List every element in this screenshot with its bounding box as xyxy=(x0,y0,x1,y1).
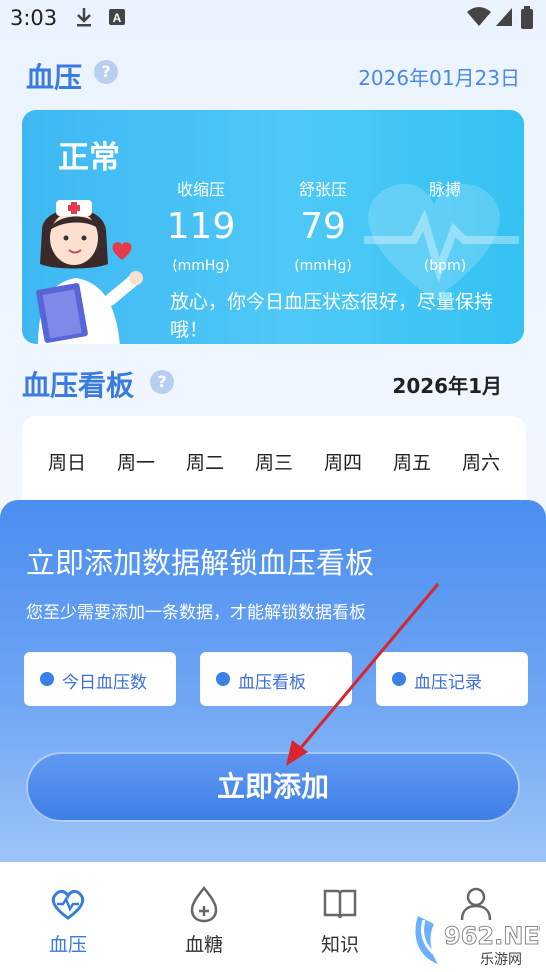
date-selector[interactable]: 2026年01月23日 xyxy=(358,62,520,91)
systolic-label: 收缩压 xyxy=(176,180,225,199)
weekday-label: 周五 xyxy=(392,452,431,474)
tab-blood-sugar[interactable]: 血糖 xyxy=(136,862,272,972)
help-icon[interactable]: ? xyxy=(94,60,118,84)
feature-chip-today: 今日血压数 xyxy=(24,652,176,706)
tab-label: 血压 xyxy=(48,934,87,956)
page-title: 血压 xyxy=(26,61,83,94)
bullet-dot-icon xyxy=(40,672,54,686)
annotation-arrow xyxy=(286,583,440,766)
small-heart-icon xyxy=(112,242,132,260)
book-icon xyxy=(323,889,357,919)
diastolic-label: 舒张压 xyxy=(298,180,347,199)
systolic-value: 119 xyxy=(166,206,236,247)
wifi-icon xyxy=(467,7,491,26)
blood-pressure-summary-card[interactable]: 正常 收缩压 119 (mmHg) 舒张压 79 (mmHg) 脉搏 (bpm)… xyxy=(22,110,524,344)
status-text: 正常 xyxy=(58,140,120,176)
unlock-board-panel: 立即添加数据解锁血压看板 您至少需要添加一条数据，才能解锁数据看板 今日血压数 … xyxy=(0,500,546,862)
board-help-icon[interactable]: ? xyxy=(150,370,174,394)
svg-text:A: A xyxy=(113,11,122,25)
bottom-tab-bar: 血压 血糖 知识 962.NET 乐游网 xyxy=(0,862,546,972)
svg-text:乐游网: 乐游网 xyxy=(480,952,522,968)
heart-pulse-icon xyxy=(51,889,85,920)
weekday-label: 周六 xyxy=(461,452,500,474)
pulse-label: 脉搏 xyxy=(428,180,461,199)
status-bar: 3:03 A xyxy=(0,0,546,36)
systolic-unit: (mmHg) xyxy=(172,258,230,274)
weekday-label: 周一 xyxy=(116,452,155,474)
diastolic-value: 79 xyxy=(300,206,346,247)
status-message: 放心，你今日血压状态很好，尽量保持哦！ xyxy=(170,291,494,341)
weekday-label: 周四 xyxy=(323,452,362,474)
weekday-label: 周三 xyxy=(254,452,293,474)
diastolic-unit: (mmHg) xyxy=(294,258,352,274)
board-title: 血压看板 xyxy=(22,369,135,402)
nurse-illustration xyxy=(36,200,143,344)
tab-label: 血糖 xyxy=(184,934,223,956)
signal-icon xyxy=(496,8,512,26)
site-watermark-logo: 962.NET 乐游网 xyxy=(415,916,540,968)
battery-icon xyxy=(521,6,533,29)
svg-text:962.NET: 962.NET xyxy=(444,922,540,950)
feature-label: 今日血压数 xyxy=(62,673,147,693)
blood-drop-plus-icon xyxy=(190,885,218,923)
weekday-row: 周日 周一 周二 周三 周四 周五 周六 xyxy=(34,448,514,475)
status-time: 3:03 xyxy=(10,6,58,30)
bullet-dot-icon xyxy=(216,672,230,686)
pulse-unit: (bpm) xyxy=(423,258,467,274)
weekday-label: 周二 xyxy=(185,452,224,474)
tab-blood-pressure[interactable]: 血压 xyxy=(0,862,136,972)
a-notification-icon: A xyxy=(109,9,125,25)
board-month-selector[interactable]: 2026年1月 xyxy=(392,370,502,399)
download-icon xyxy=(77,8,91,27)
tab-knowledge[interactable]: 知识 xyxy=(272,862,408,972)
weekday-label: 周日 xyxy=(47,452,86,474)
tab-label: 知识 xyxy=(320,934,359,956)
